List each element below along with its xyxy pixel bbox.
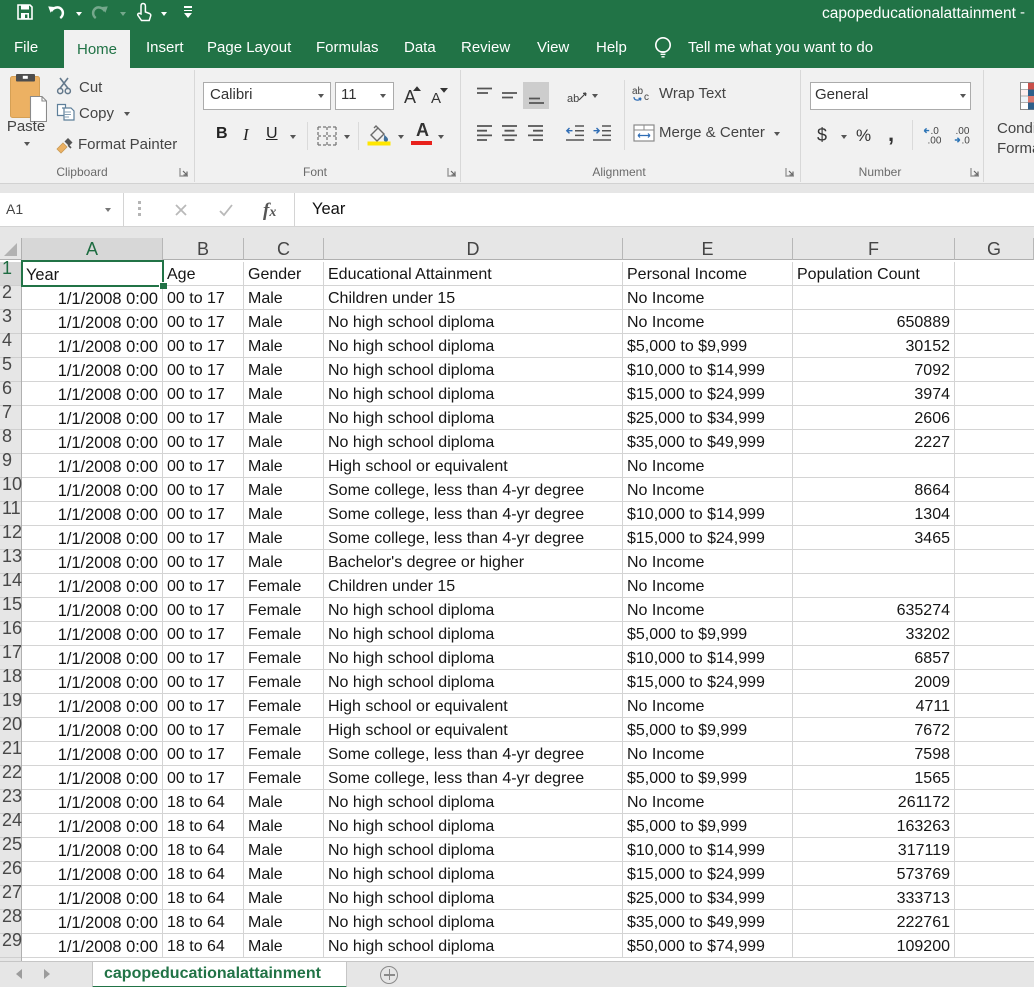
svg-text:ab: ab bbox=[632, 86, 644, 97]
svg-text:c: c bbox=[644, 92, 649, 103]
svg-text:.00: .00 bbox=[928, 136, 942, 146]
svg-text:ab: ab bbox=[567, 93, 579, 105]
svg-text:.0: .0 bbox=[962, 136, 971, 146]
